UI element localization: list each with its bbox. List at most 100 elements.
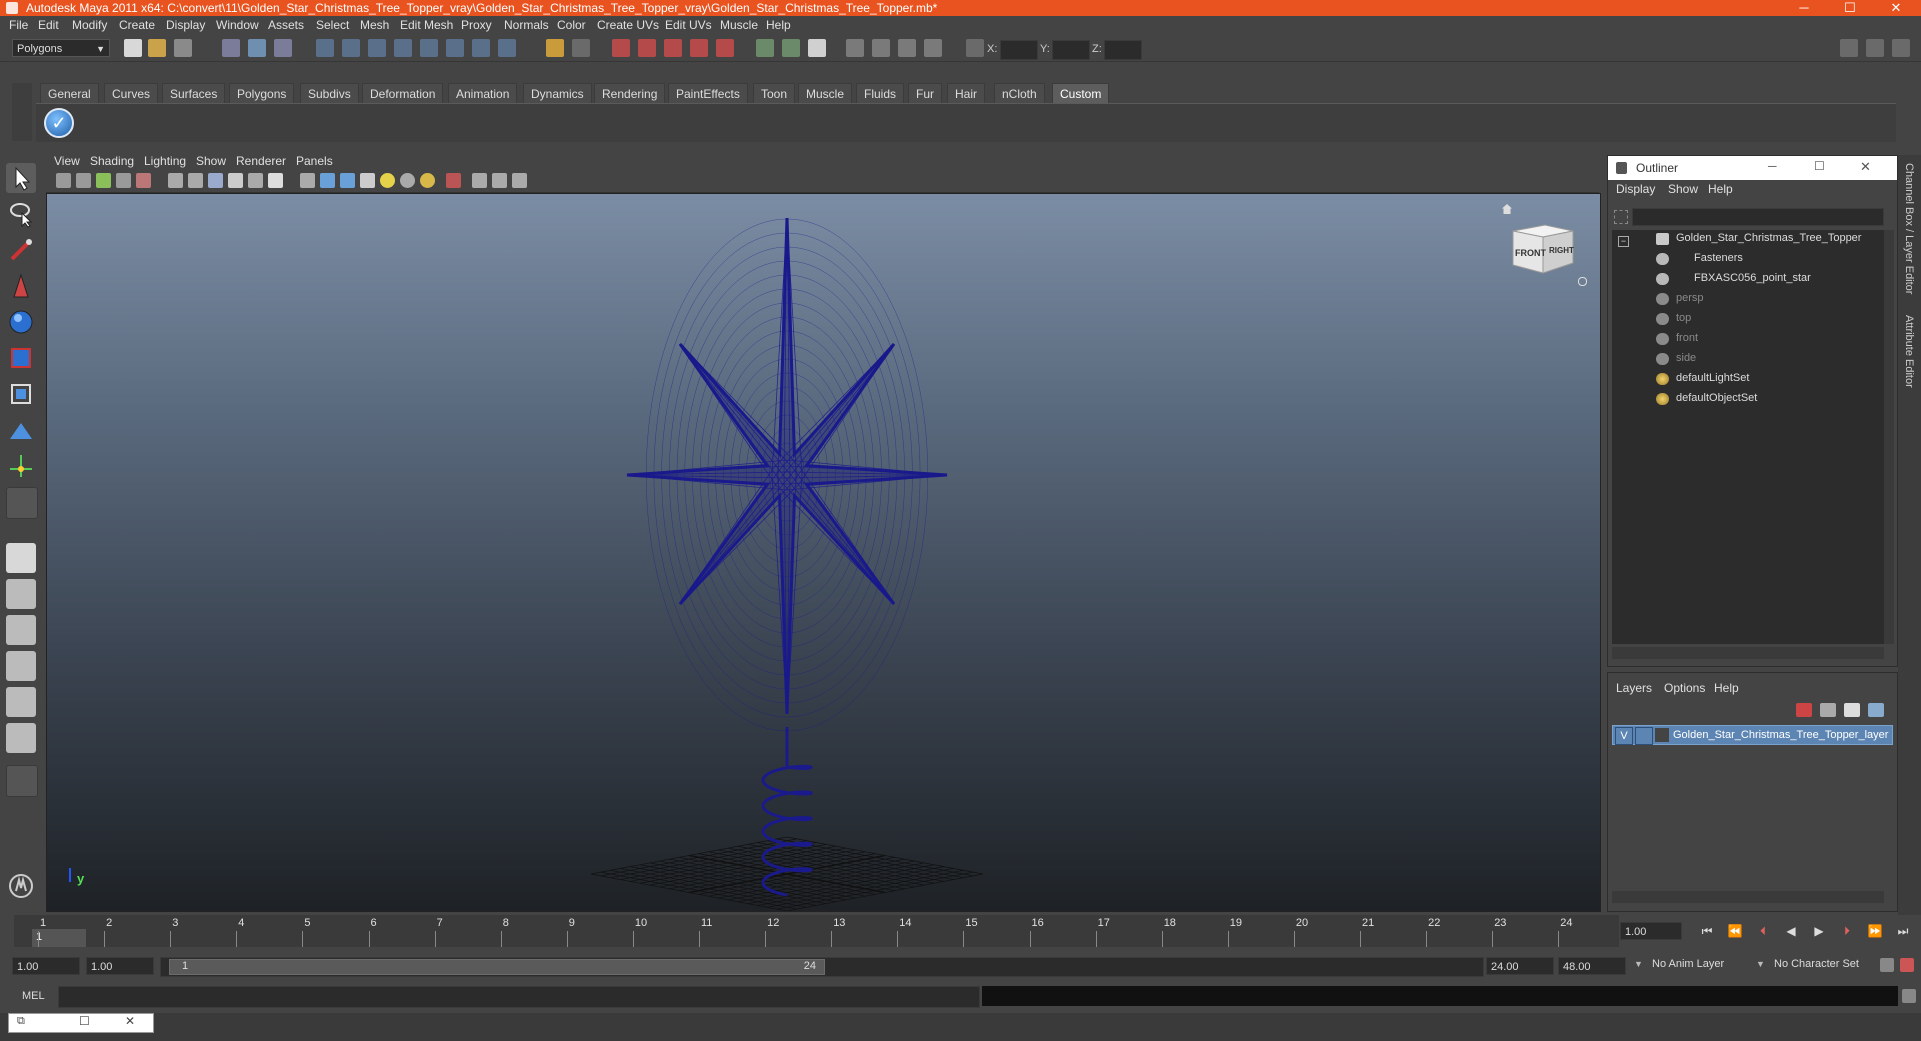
move-layer-up-icon[interactable] (1796, 703, 1812, 717)
menu-help[interactable]: Help (766, 18, 791, 32)
layers-horizontal-scrollbar[interactable] (1612, 891, 1884, 903)
time-slider[interactable]: 1 1 2 3 4 5 6 7 8 9 10 11 12 13 14 15 16 17 18 19 20 21 22 23 2… (14, 915, 1619, 947)
attribute-editor-tab[interactable]: Attribute Editor (1903, 315, 1915, 388)
select-by-dynamics-icon[interactable] (446, 39, 464, 57)
menu-file[interactable]: File (9, 18, 28, 32)
transform-mode-icon[interactable] (966, 39, 984, 57)
menu-display[interactable]: Display (166, 18, 205, 32)
show-manipulator-icon[interactable] (6, 451, 36, 481)
shelf-menu-handle[interactable] (12, 83, 32, 141)
lock-selection-icon[interactable] (546, 39, 564, 57)
show-attribute-editor-icon[interactable] (1840, 39, 1858, 57)
outliner-menu-display[interactable]: Display (1616, 182, 1655, 196)
minimized-maximize-icon[interactable]: ☐ (79, 1014, 90, 1028)
camera-attributes-icon[interactable] (76, 173, 91, 188)
menu-set-selector[interactable]: Polygons ▼ (12, 39, 110, 57)
lasso-tool-icon[interactable] (6, 199, 36, 229)
select-by-surface-icon[interactable] (394, 39, 412, 57)
persp-graph-layout-icon[interactable] (6, 651, 36, 681)
panel-menu-view[interactable]: View (54, 154, 80, 168)
y-field[interactable] (1052, 40, 1090, 60)
maya-logo-icon[interactable] (6, 871, 36, 901)
snap-to-grid-icon[interactable] (612, 39, 630, 57)
move-tool-icon[interactable] (6, 271, 36, 301)
outliner-list[interactable]: − Golden_Star_Christmas_Tree_Topper Fast… (1612, 230, 1884, 644)
panel-menu-lighting[interactable]: Lighting (144, 154, 186, 168)
go-to-start-icon[interactable]: ⏮ (1696, 923, 1718, 939)
menu-select[interactable]: Select (316, 18, 349, 32)
two-d-pan-zoom-icon[interactable] (136, 173, 151, 188)
menu-create[interactable]: Create (119, 18, 155, 32)
list-item[interactable]: top (1612, 310, 1884, 328)
minimized-close-icon[interactable]: ✕ (125, 1014, 135, 1028)
rotate-tool-icon[interactable] (6, 307, 36, 337)
x-field[interactable] (1000, 40, 1038, 60)
command-language-label[interactable]: MEL (22, 990, 45, 1002)
close-button[interactable]: ✕ (1873, 0, 1919, 16)
menu-modify[interactable]: Modify (72, 18, 107, 32)
tab-subdivs[interactable]: Subdivs (300, 83, 359, 103)
shadows-icon[interactable] (420, 173, 435, 188)
layers-menu-layers[interactable]: Layers (1616, 681, 1652, 695)
tab-fur[interactable]: Fur (908, 83, 942, 103)
snap-to-point-icon[interactable] (664, 39, 682, 57)
menu-proxy[interactable]: Proxy (461, 18, 492, 32)
list-item[interactable]: persp (1612, 290, 1884, 308)
custom-shelf-check-icon[interactable]: ✓ (44, 108, 74, 138)
isolate-select-icon[interactable] (446, 173, 461, 188)
tab-hair[interactable]: Hair (947, 83, 986, 103)
tab-painteffects[interactable]: PaintEffects (668, 83, 748, 103)
new-scene-icon[interactable] (124, 39, 142, 57)
display-layer-row[interactable]: V Golden_Star_Christmas_Tree_Topper_laye… (1612, 725, 1893, 745)
outliner-menu-help[interactable]: Help (1708, 182, 1733, 196)
field-chart-icon[interactable] (248, 173, 263, 188)
outliner-filter-field[interactable] (1632, 208, 1884, 226)
menu-window[interactable]: Window (216, 18, 259, 32)
layer-visibility-toggle[interactable]: V (1615, 727, 1633, 745)
tab-custom[interactable]: Custom (1052, 83, 1110, 103)
image-plane-icon[interactable] (116, 173, 131, 188)
tab-polygons[interactable]: Polygons (229, 83, 295, 103)
select-object-icon[interactable] (248, 39, 266, 57)
auto-key-icon[interactable] (1880, 958, 1894, 972)
tab-muscle[interactable]: Muscle (798, 83, 853, 103)
play-forwards-icon[interactable]: ▶ (1808, 923, 1830, 939)
select-by-deformation-icon[interactable] (420, 39, 438, 57)
tab-dynamics[interactable]: Dynamics (523, 83, 592, 103)
four-view-layout-icon[interactable] (6, 579, 36, 609)
snap-to-view-plane-icon[interactable] (690, 39, 708, 57)
layer-display-type-toggle[interactable] (1635, 727, 1653, 745)
ipr-render-icon[interactable] (872, 39, 890, 57)
panel-menu-renderer[interactable]: Renderer (236, 154, 286, 168)
character-set-chevron-icon[interactable]: ▼ (1756, 959, 1765, 969)
script-editor-icon[interactable] (1902, 989, 1916, 1003)
render-current-frame-icon[interactable] (808, 39, 826, 57)
bookmark-icon[interactable] (96, 173, 111, 188)
tab-surfaces[interactable]: Surfaces (162, 83, 226, 103)
tab-general[interactable]: General (40, 83, 99, 103)
select-camera-icon[interactable] (56, 173, 71, 188)
persp-outliner-layout-icon[interactable] (6, 615, 36, 645)
show-channel-box-icon[interactable] (1892, 39, 1910, 57)
single-perspective-layout-icon[interactable] (6, 543, 36, 573)
layers-menu-help[interactable]: Help (1714, 681, 1739, 695)
layers-menu-options[interactable]: Options (1664, 681, 1705, 695)
select-tool-icon[interactable] (6, 163, 36, 193)
menu-mesh[interactable]: Mesh (360, 18, 389, 32)
playback-start-field[interactable]: 1.00 (86, 957, 154, 975)
universal-manipulator-icon[interactable] (6, 379, 36, 409)
menu-muscle[interactable]: Muscle (720, 18, 758, 32)
show-tool-settings-icon[interactable] (1866, 39, 1884, 57)
xray-joints-icon[interactable] (492, 173, 507, 188)
tab-curves[interactable]: Curves (104, 83, 159, 103)
tab-rendering[interactable]: Rendering (594, 83, 666, 103)
view-cube-options-icon[interactable] (1578, 277, 1587, 286)
xray-icon[interactable] (472, 173, 487, 188)
menu-edit[interactable]: Edit (38, 18, 59, 32)
animation-preferences-icon[interactable] (1900, 958, 1914, 972)
scale-tool-icon[interactable] (6, 343, 36, 373)
construction-history-icon[interactable] (782, 39, 800, 57)
gate-mask-icon[interactable] (228, 173, 243, 188)
outliner-vertical-scrollbar[interactable] (1884, 230, 1894, 644)
end-time-field[interactable]: 48.00 (1558, 957, 1626, 975)
